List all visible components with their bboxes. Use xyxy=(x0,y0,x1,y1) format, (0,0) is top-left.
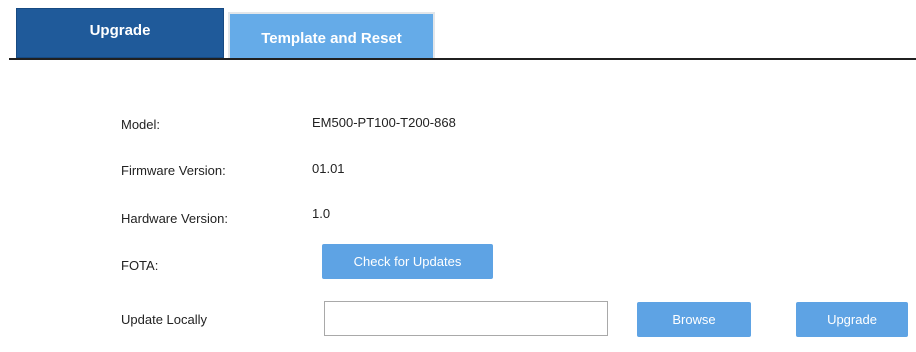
upgrade-button-label: Upgrade xyxy=(827,312,877,327)
tab-upgrade[interactable]: Upgrade xyxy=(16,8,224,58)
fota-label: FOTA: xyxy=(121,258,159,273)
update-file-path-input[interactable] xyxy=(324,301,608,336)
hardware-version-value: 1.0 xyxy=(312,206,331,221)
browse-button[interactable]: Browse xyxy=(637,302,751,337)
tab-template-and-reset-label: Template and Reset xyxy=(261,29,402,47)
tab-upgrade-label: Upgrade xyxy=(89,21,151,39)
tab-bar-divider xyxy=(9,58,916,60)
browse-button-label: Browse xyxy=(672,312,716,327)
upgrade-button[interactable]: Upgrade xyxy=(796,302,908,337)
hardware-version-label: Hardware Version: xyxy=(121,211,228,226)
model-label: Model: xyxy=(121,117,161,132)
firmware-version-value: 01.01 xyxy=(312,161,345,176)
check-for-updates-button-label: Check for Updates xyxy=(353,254,462,269)
check-for-updates-button[interactable]: Check for Updates xyxy=(322,244,493,279)
upgrade-page: Upgrade Template and Reset Model: EM500-… xyxy=(0,0,916,352)
model-value: EM500-PT100-T200-868 xyxy=(312,115,456,130)
firmware-version-label: Firmware Version: xyxy=(121,163,226,178)
update-locally-label: Update Locally xyxy=(121,312,207,327)
tab-template-and-reset[interactable]: Template and Reset xyxy=(228,12,435,58)
